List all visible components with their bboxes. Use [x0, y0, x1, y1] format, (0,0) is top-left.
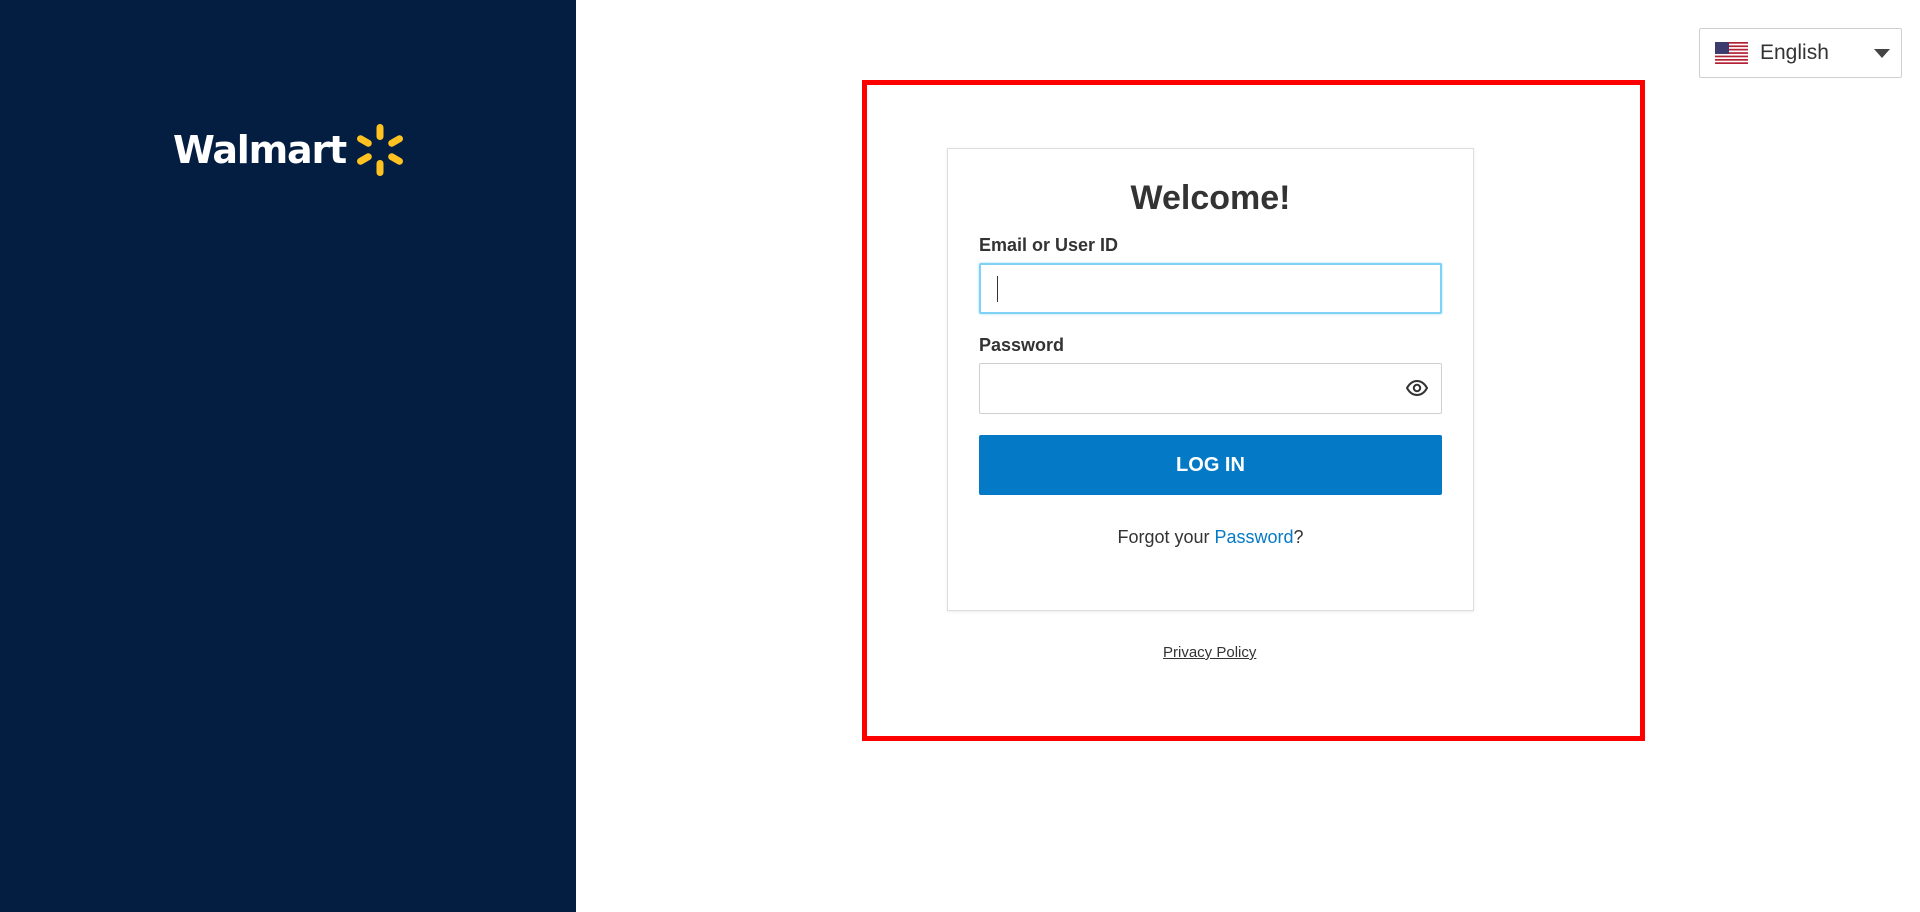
chevron-down-icon — [1874, 49, 1890, 58]
logo-text: Walmart — [173, 128, 347, 172]
forgot-password-link[interactable]: Password — [1215, 527, 1294, 547]
password-label: Password — [979, 335, 1065, 355]
forgot-prefix: Forgot your — [1117, 527, 1215, 547]
login-page: Walmart English Welcome! Email or User I… — [0, 0, 1920, 912]
login-button[interactable]: LOG IN — [979, 435, 1442, 495]
spark-icon — [356, 124, 403, 176]
walmart-logo: Walmart — [173, 122, 408, 178]
password-field[interactable] — [979, 363, 1442, 414]
language-label: English — [1760, 41, 1829, 64]
privacy-policy-link[interactable]: Privacy Policy — [1163, 644, 1256, 661]
email-field[interactable] — [979, 263, 1442, 314]
email-label: Email or User ID — [979, 235, 1119, 255]
eye-icon[interactable] — [1406, 380, 1428, 396]
page-title: Welcome! — [1130, 179, 1291, 217]
login-card: Welcome! Email or User ID Password LOG I… — [947, 148, 1474, 611]
forgot-password-text: Forgot your Password? — [948, 527, 1473, 548]
forgot-suffix: ? — [1293, 527, 1304, 547]
text-cursor — [997, 276, 998, 302]
us-flag-icon — [1715, 42, 1748, 64]
language-dropdown[interactable]: English — [1699, 28, 1902, 78]
brand-sidebar: Walmart — [0, 0, 576, 912]
